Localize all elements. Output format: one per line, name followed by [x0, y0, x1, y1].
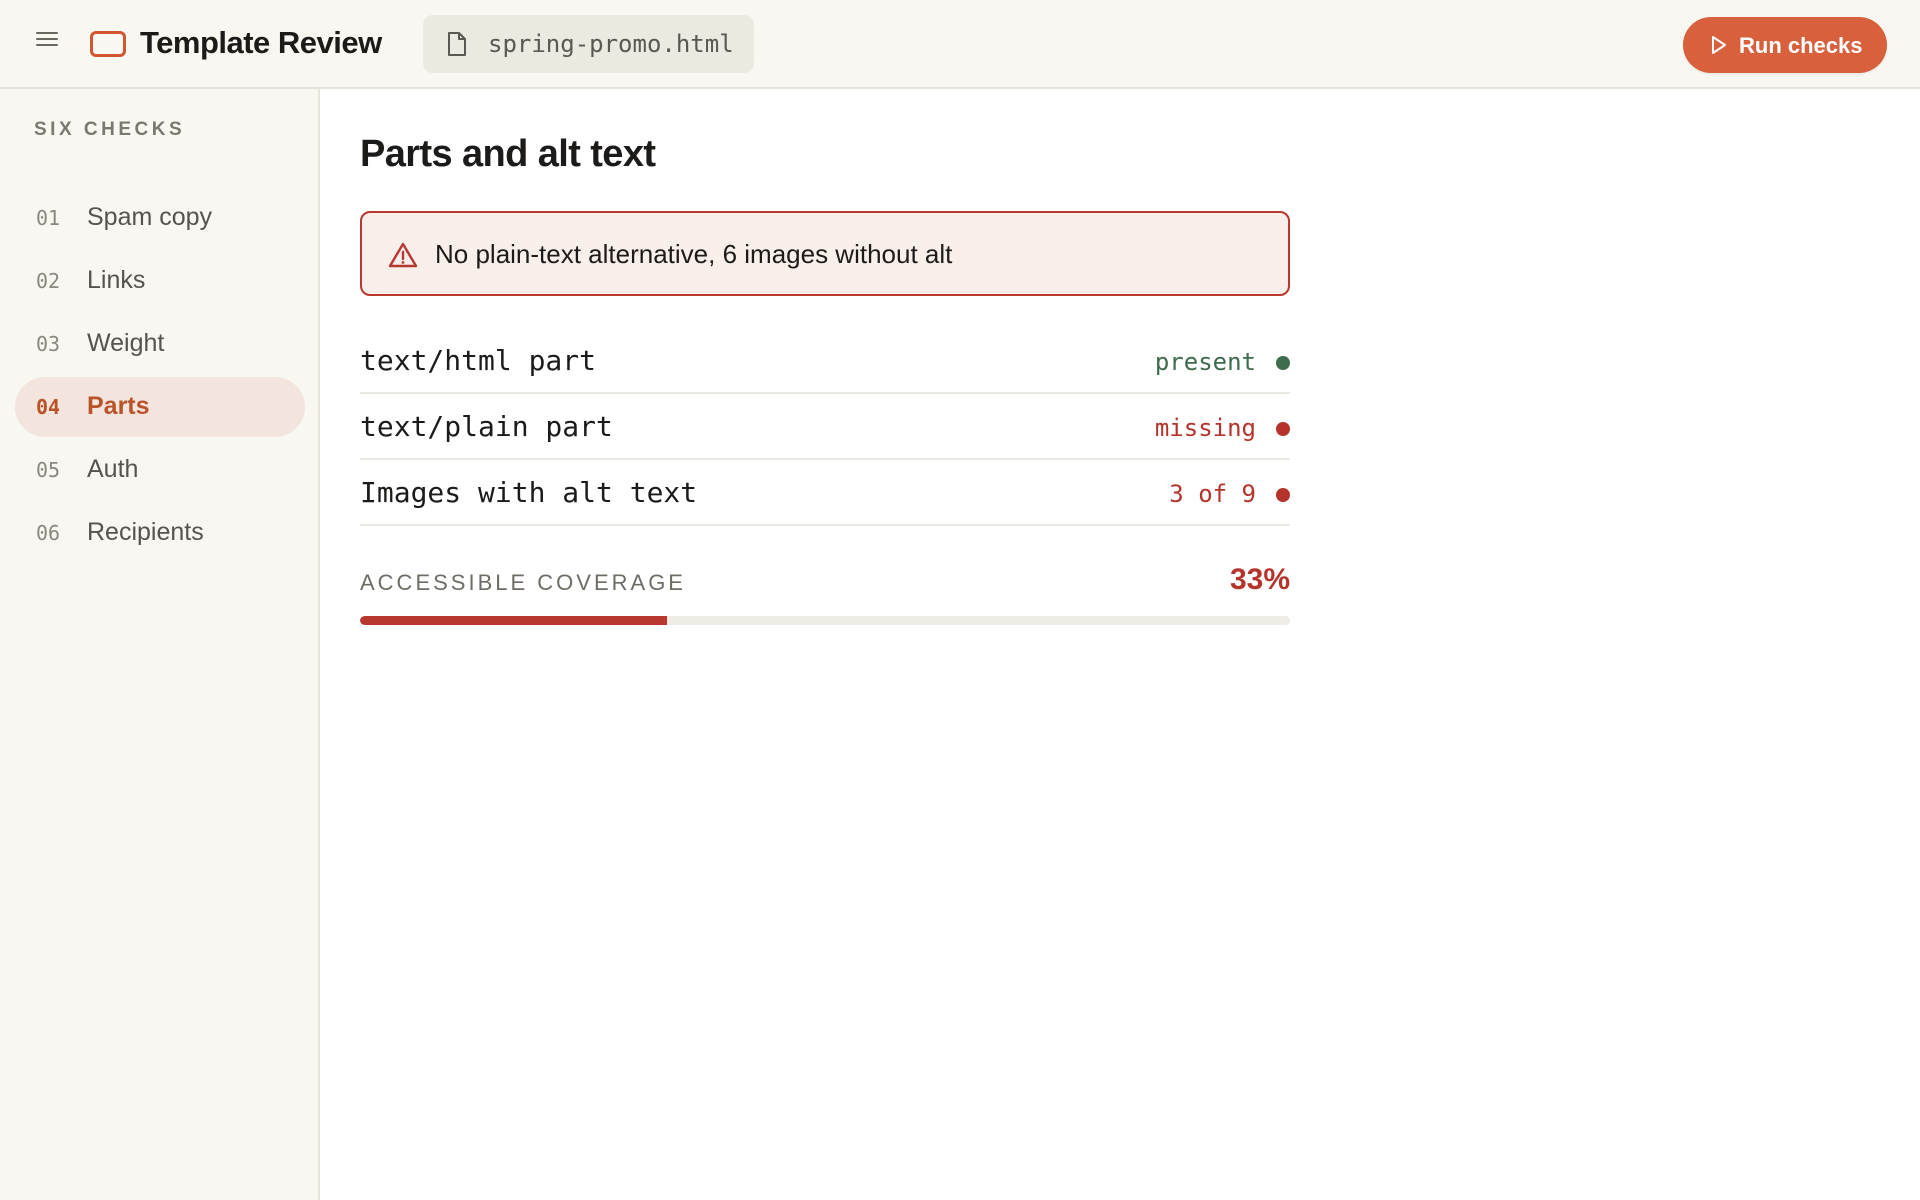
sidebar-heading: SIX CHECKS: [34, 119, 186, 140]
page-title: Parts and alt text: [360, 133, 656, 175]
run-checks-label: Run checks: [1739, 33, 1863, 58]
coverage-progress-fill: [360, 616, 667, 625]
check-row-plain-part: text/plain part missing: [360, 394, 1290, 460]
sidebar-item-label: Recipients: [87, 518, 204, 546]
sidebar-item-number: 06: [36, 521, 61, 545]
main-panel: Parts and alt text No plain-text alterna…: [322, 89, 1920, 1200]
run-checks-button[interactable]: Run checks: [1683, 17, 1887, 73]
sidebar-item-number: 03: [36, 332, 61, 356]
sidebar-item-label: Weight: [87, 329, 165, 357]
hamburger-menu-icon[interactable]: [36, 29, 60, 49]
sidebar-item-number: 02: [36, 269, 61, 293]
sidebar-item-weight[interactable]: 03 Weight: [15, 314, 305, 374]
sidebar-item-label: Spam copy: [87, 203, 213, 231]
sidebar-item-number: 04: [36, 395, 61, 419]
status-dot: [1276, 422, 1290, 436]
check-row-html-part: text/html part present: [360, 328, 1290, 394]
app-title: Template Review: [140, 25, 382, 60]
top-bar: Template Review spring-promo.html Run ch…: [0, 0, 1920, 89]
check-name: text/html part: [360, 344, 597, 377]
sidebar-item-label: Links: [87, 266, 146, 294]
coverage-label: ACCESSIBLE COVERAGE: [360, 570, 686, 595]
sidebar-item-number: 01: [36, 206, 61, 230]
document-icon: [448, 32, 466, 56]
sidebar: SIX CHECKS 01 Spam copy 02 Links 03 Weig…: [0, 89, 320, 1200]
warning-triangle-icon: [388, 242, 418, 268]
alert-text: No plain-text alternative, 6 images with…: [435, 239, 953, 269]
email-frame-icon: [90, 31, 126, 57]
status-dot: [1276, 356, 1290, 370]
play-icon: [1712, 36, 1726, 54]
status-dot: [1276, 488, 1290, 502]
check-name: text/plain part: [360, 410, 613, 443]
sidebar-item-spam-copy[interactable]: 01 Spam copy: [15, 188, 305, 248]
check-row-images-alt: Images with alt text 3 of 9: [360, 460, 1290, 526]
sidebar-item-links[interactable]: 02 Links: [15, 251, 305, 311]
sidebar-item-auth[interactable]: 05 Auth: [15, 440, 305, 500]
sidebar-item-parts[interactable]: 04 Parts: [15, 377, 305, 437]
sidebar-item-label: Parts: [87, 392, 150, 420]
coverage-value: 33%: [1229, 563, 1290, 596]
sidebar-item-label: Auth: [87, 455, 139, 483]
file-chip[interactable]: spring-promo.html: [423, 15, 754, 73]
check-status: 3 of 9: [1169, 480, 1256, 508]
sidebar-item-number: 05: [36, 458, 61, 482]
check-status: missing: [1154, 414, 1256, 442]
check-name: Images with alt text: [360, 476, 698, 509]
check-status: present: [1154, 348, 1256, 376]
sidebar-item-recipients[interactable]: 06 Recipients: [15, 503, 305, 563]
coverage-progress-bar: [360, 616, 1290, 625]
warning-alert: No plain-text alternative, 6 images with…: [360, 211, 1290, 296]
file-name: spring-promo.html: [488, 30, 734, 58]
